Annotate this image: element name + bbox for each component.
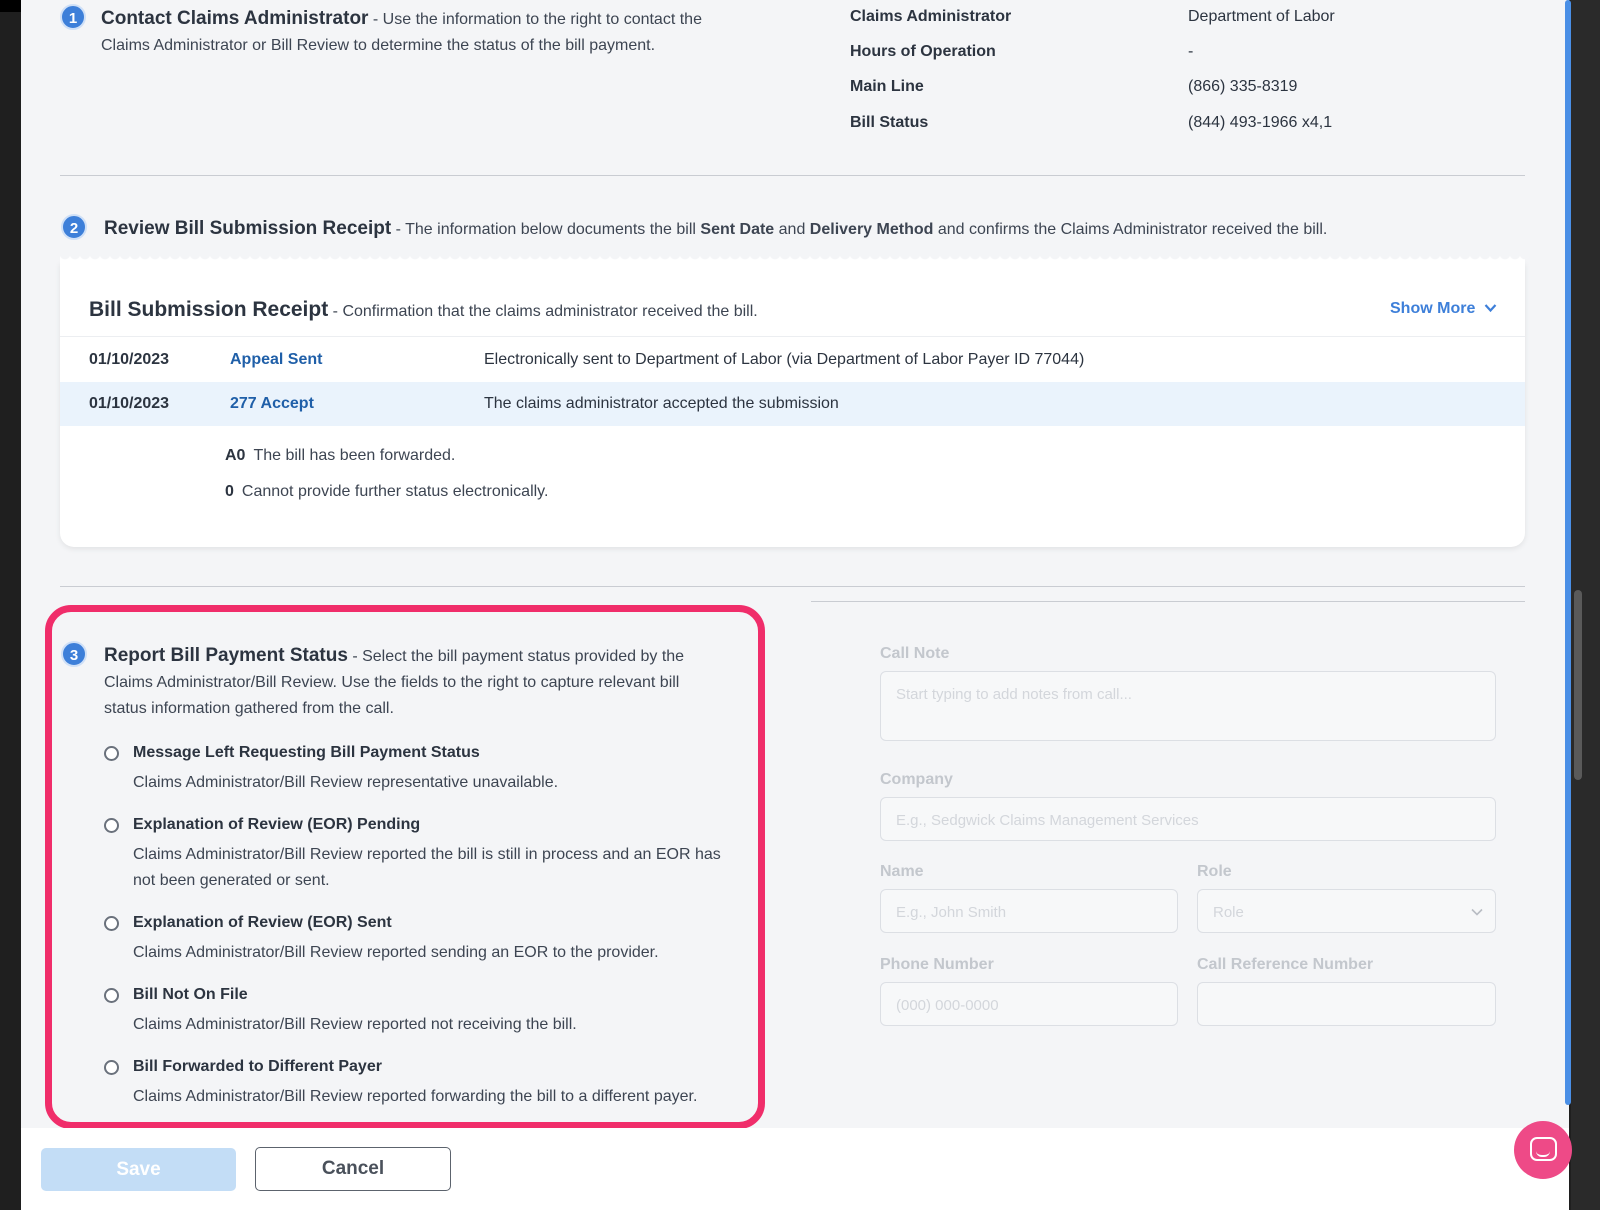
divider: [60, 586, 1525, 587]
info-label-claims-admin: Claims Administrator: [850, 8, 1012, 25]
status-code-text: The bill has been forwarded.: [253, 447, 456, 464]
status-code-line: 0 Cannot provide further status electroni…: [225, 483, 548, 501]
receipt-row: 01/10/2023 277 Accept The claims adminis…: [60, 382, 1525, 426]
step-2-header: Review Bill Submission Receipt - The inf…: [104, 216, 1327, 243]
phone-placeholder: (000) 000-0000: [896, 997, 999, 1014]
show-more-button[interactable]: Show More: [1390, 300, 1497, 318]
step-2-desc-and: and: [774, 221, 810, 238]
call-reference-input[interactable]: [1197, 982, 1496, 1026]
receipt-row-event: Appeal Sent: [230, 351, 323, 368]
phone-input[interactable]: (000) 000-0000: [880, 982, 1178, 1026]
step-3-highlight-annotation: [45, 605, 765, 1129]
call-reference-label: Call Reference Number: [1197, 956, 1374, 973]
status-code: A0: [225, 447, 246, 464]
status-code-line: A0 The bill has been forwarded.: [225, 447, 455, 465]
info-value-claims-admin: Department of Labor: [1188, 8, 1335, 25]
receipt-row: 01/10/2023 Appeal Sent Electronically se…: [60, 338, 1525, 382]
status-code: 0: [225, 483, 234, 500]
receipt-row-date: 01/10/2023: [89, 351, 170, 368]
save-button[interactable]: Save: [41, 1148, 236, 1191]
step-2-delivery-method: Delivery Method: [809, 221, 934, 238]
cancel-button[interactable]: Cancel: [255, 1147, 451, 1191]
chevron-down-icon: [1471, 903, 1483, 919]
receipt-header-divider: [60, 336, 1525, 337]
receipt-subtitle: - Confirmation that the claims administr…: [328, 303, 758, 320]
step-2-sent-date: Sent Date: [700, 221, 775, 238]
bill-submission-receipt-card: Bill Submission Receipt - Confirmation t…: [60, 256, 1525, 547]
name-input[interactable]: E.g., John Smith: [880, 889, 1178, 933]
role-label: Role: [1197, 863, 1232, 880]
company-label: Company: [880, 771, 953, 788]
info-label-main-line: Main Line: [850, 78, 924, 95]
step-1-header: Contact Claims Administrator - Use the i…: [101, 6, 741, 59]
call-note-placeholder: Start typing to add notes from call...: [896, 686, 1132, 703]
step-1-desc-1: - Use the information to the right to co…: [368, 11, 702, 28]
company-placeholder: E.g., Sedgwick Claims Management Service…: [896, 812, 1199, 829]
step-2-desc: - The information below documents the bi…: [391, 221, 701, 238]
step-1-desc-2: Claims Administrator or Bill Review to d…: [101, 37, 656, 54]
window-gutter: [1571, 0, 1600, 1210]
receipt-row-text: Electronically sent to Department of Lab…: [484, 351, 1085, 368]
step-2-desc-end: and confirms the Claims Administrator re…: [933, 221, 1328, 238]
role-select[interactable]: Role: [1197, 889, 1496, 933]
window-edge: [0, 0, 21, 12]
info-value-hours: -: [1188, 43, 1194, 60]
phone-label: Phone Number: [880, 956, 994, 973]
company-input[interactable]: E.g., Sedgwick Claims Management Service…: [880, 797, 1496, 841]
role-placeholder: Role: [1213, 904, 1244, 921]
call-note-label: Call Note: [880, 645, 950, 662]
receipt-row-date: 01/10/2023: [89, 395, 170, 412]
step-1-title: Contact Claims Administrator: [101, 8, 369, 29]
step-2-badge: 2: [61, 214, 87, 240]
step-1-badge: 1: [60, 4, 86, 30]
receipt-title: Bill Submission Receipt: [89, 298, 329, 321]
receipt-header: Bill Submission Receipt - Confirmation t…: [89, 298, 758, 322]
chat-launcher-button[interactable]: [1514, 1121, 1572, 1179]
info-label-hours: Hours of Operation: [850, 43, 996, 60]
step-2-title: Review Bill Submission Receipt: [104, 218, 392, 239]
receipt-row-text: The claims administrator accepted the su…: [484, 395, 839, 412]
info-value-main-line[interactable]: (866) 335-8319: [1188, 78, 1297, 96]
chevron-down-icon: [1484, 300, 1497, 318]
receipt-zigzag-edge: [60, 256, 1525, 264]
show-more-label: Show More: [1390, 300, 1476, 317]
info-label-bill-status: Bill Status: [850, 114, 929, 131]
divider: [60, 175, 1525, 176]
receipt-row-event: 277 Accept: [230, 395, 314, 412]
modal-footer: [21, 1128, 1569, 1210]
chat-icon: [1530, 1137, 1557, 1161]
name-label: Name: [880, 863, 924, 880]
page-scrollbar-thumb[interactable]: [1574, 590, 1582, 780]
name-placeholder: E.g., John Smith: [896, 904, 1007, 921]
call-note-textarea[interactable]: Start typing to add notes from call...: [880, 671, 1496, 741]
info-value-bill-status[interactable]: (844) 493-1966 x4,1: [1188, 114, 1332, 132]
status-code-text: Cannot provide further status electronic…: [241, 483, 549, 500]
divider: [811, 601, 1525, 602]
